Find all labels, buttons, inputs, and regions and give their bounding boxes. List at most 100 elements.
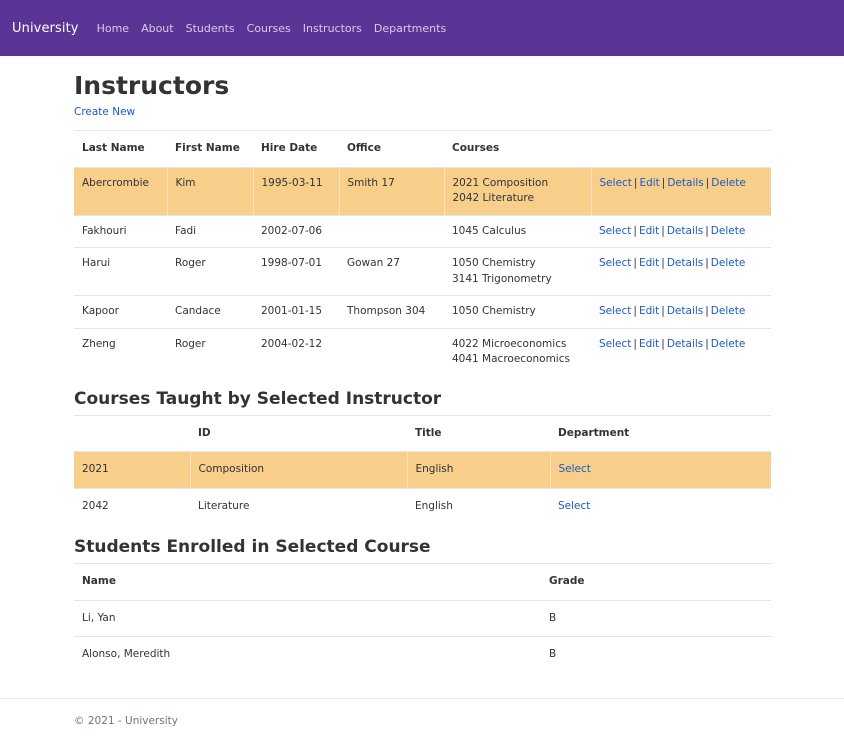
select-link[interactable]: Select bbox=[599, 338, 631, 350]
details-link[interactable]: Details bbox=[667, 177, 703, 189]
instructor-last-name: Kapoor bbox=[74, 295, 167, 328]
select-course-link[interactable]: Select bbox=[559, 463, 591, 475]
column-header-first-name: First Name bbox=[167, 130, 253, 167]
instructor-actions: Select | Edit | Details | Delete bbox=[591, 214, 771, 248]
footer-copyright: © 2021 - University bbox=[74, 715, 178, 727]
select-link[interactable]: Select bbox=[599, 305, 631, 317]
nav-link-home[interactable]: Home bbox=[97, 22, 129, 35]
course-row: 2021 Composition English Select bbox=[74, 451, 771, 488]
details-link[interactable]: Details bbox=[667, 257, 703, 269]
separator: | bbox=[633, 305, 637, 317]
separator: | bbox=[705, 305, 709, 317]
nav-link-courses[interactable]: Courses bbox=[247, 22, 291, 35]
students-section-title: Students Enrolled in Selected Course bbox=[74, 537, 431, 557]
instructor-course-item: 4022 Microeconomics bbox=[452, 337, 567, 350]
column-header-courses: Courses bbox=[444, 130, 591, 167]
delete-link[interactable]: Delete bbox=[711, 225, 746, 237]
instructor-first-name: Roger bbox=[167, 247, 253, 296]
instructor-hire-date: 1995-03-11 bbox=[253, 166, 340, 215]
column-header-hire-date: Hire Date bbox=[253, 130, 339, 167]
nav-link-students[interactable]: Students bbox=[186, 22, 235, 35]
column-header-id: ID bbox=[190, 414, 407, 452]
edit-link[interactable]: Edit bbox=[639, 338, 659, 350]
separator: | bbox=[705, 337, 709, 350]
nav-link-about[interactable]: About bbox=[141, 22, 174, 35]
instructor-courses: 1045 Calculus bbox=[444, 214, 591, 248]
course-id: Literature bbox=[190, 487, 407, 524]
instructor-courses: 1050 Chemistry 3141 Trigonometry bbox=[444, 247, 591, 296]
column-header-name: Name bbox=[74, 563, 541, 600]
student-grade: B bbox=[541, 636, 771, 673]
courses-table: ID Title Department 2021 Composition Eng… bbox=[74, 414, 771, 524]
page-footer: © 2021 - University bbox=[0, 698, 844, 727]
create-new-link[interactable]: Create New bbox=[74, 106, 771, 118]
details-link[interactable]: Details bbox=[667, 338, 703, 350]
course-actions: Select bbox=[550, 451, 771, 488]
column-header-department: Department bbox=[550, 414, 771, 452]
delete-link[interactable]: Delete bbox=[711, 338, 746, 350]
instructor-row: Fakhouri Fadi 2002-07-06 1045 Calculus S… bbox=[74, 214, 771, 248]
select-link[interactable]: Select bbox=[599, 257, 631, 269]
instructor-course-item: 1050 Chemistry bbox=[452, 305, 536, 317]
instructor-last-name: Zheng bbox=[74, 327, 167, 376]
edit-link[interactable]: Edit bbox=[639, 225, 659, 237]
course-title: English bbox=[407, 487, 550, 524]
column-header-grade: Grade bbox=[541, 563, 771, 600]
edit-link[interactable]: Edit bbox=[639, 305, 659, 317]
separator: | bbox=[633, 337, 637, 350]
edit-link[interactable]: Edit bbox=[639, 177, 659, 189]
nav-link-departments[interactable]: Departments bbox=[374, 22, 446, 35]
instructor-courses: 1050 Chemistry bbox=[444, 295, 591, 328]
edit-link[interactable]: Edit bbox=[639, 257, 659, 269]
instructor-last-name: Abercrombie bbox=[74, 166, 168, 215]
page-title: Instructors bbox=[74, 71, 230, 100]
separator: | bbox=[661, 305, 665, 317]
course-id: Composition bbox=[190, 451, 408, 488]
course-row: 2042 Literature English Select bbox=[74, 487, 771, 524]
brand-link[interactable]: University bbox=[12, 21, 79, 36]
instructor-row: Zheng Roger 2004-02-12 4022 Microeconomi… bbox=[74, 327, 771, 376]
instructor-office bbox=[339, 214, 444, 248]
students-header-row: Name Grade bbox=[74, 563, 771, 600]
instructor-row: Harui Roger 1998-07-01 Gowan 27 1050 Che… bbox=[74, 247, 771, 296]
instructor-hire-date: 2004-02-12 bbox=[253, 327, 339, 376]
instructor-office bbox=[339, 327, 444, 376]
students-table: Name Grade Li, Yan B Alonso, Meredith B bbox=[74, 563, 771, 673]
column-header-number bbox=[74, 414, 190, 452]
details-link[interactable]: Details bbox=[667, 225, 703, 237]
separator: | bbox=[661, 224, 665, 237]
delete-link[interactable]: Delete bbox=[711, 305, 746, 317]
instructor-office: Thompson 304 bbox=[339, 295, 444, 328]
separator: | bbox=[633, 224, 637, 237]
column-header-actions bbox=[591, 130, 771, 167]
column-header-title: Title bbox=[407, 414, 550, 452]
instructor-last-name: Fakhouri bbox=[74, 214, 167, 248]
instructor-actions: Select | Edit | Details | Delete bbox=[591, 166, 771, 215]
delete-link[interactable]: Delete bbox=[711, 257, 746, 269]
separator: | bbox=[633, 257, 637, 269]
select-link[interactable]: Select bbox=[599, 225, 631, 237]
details-link[interactable]: Details bbox=[667, 305, 703, 317]
student-row: Alonso, Meredith B bbox=[74, 636, 771, 673]
select-course-link[interactable]: Select bbox=[558, 500, 590, 512]
instructor-courses: 2021 Composition 2042 Literature bbox=[444, 166, 592, 215]
instructor-first-name: Roger bbox=[167, 327, 253, 376]
instructor-first-name: Candace bbox=[167, 295, 253, 328]
course-actions: Select bbox=[550, 487, 771, 524]
course-title: English bbox=[407, 451, 551, 488]
separator: | bbox=[661, 257, 665, 269]
main-container: Instructors Create New Last Name First N… bbox=[74, 56, 771, 673]
course-number: 2042 bbox=[74, 487, 190, 524]
delete-link[interactable]: Delete bbox=[711, 177, 746, 189]
column-header-last-name: Last Name bbox=[74, 130, 167, 167]
instructor-course-item: 1050 Chemistry bbox=[452, 257, 536, 269]
select-link[interactable]: Select bbox=[600, 177, 632, 189]
student-grade: B bbox=[541, 599, 771, 637]
nav-link-instructors[interactable]: Instructors bbox=[303, 22, 362, 35]
instructor-hire-date: 2001-01-15 bbox=[253, 295, 339, 328]
instructor-actions: Select | Edit | Details | Delete bbox=[591, 327, 771, 376]
instructor-courses: 4022 Microeconomics 4041 Macroeconomics bbox=[444, 327, 591, 376]
instructor-row: Abercrombie Kim 1995-03-11 Smith 17 2021… bbox=[74, 166, 771, 215]
instructor-course-item: 4041 Macroeconomics bbox=[452, 353, 570, 365]
instructor-last-name: Harui bbox=[74, 247, 167, 296]
